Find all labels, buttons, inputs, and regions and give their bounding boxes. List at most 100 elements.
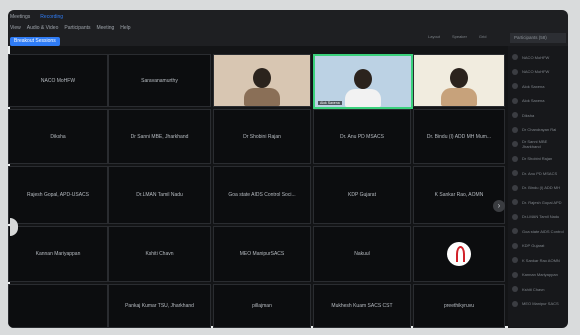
- participant-list-item[interactable]: Dr Shobini Rajan: [512, 154, 566, 164]
- participant-list-item[interactable]: Goa state AIDS Control: [512, 226, 566, 236]
- avatar-icon: [512, 155, 518, 162]
- participant-list-item[interactable]: Dr. Anu PD MSACS: [512, 168, 566, 178]
- participant-tile[interactable]: Saravanamurthy: [108, 54, 211, 107]
- menu-participants[interactable]: Participants: [64, 25, 90, 31]
- participant-list-name: Diksha: [522, 112, 535, 118]
- person-face: [450, 68, 468, 88]
- participant-list-name: MEO Manipur SACS: [522, 301, 559, 306]
- participant-tile[interactable]: Rajesh Gopal, APD-USACS: [8, 166, 108, 224]
- participant-list-name: KDP Gujarat: [522, 243, 545, 248]
- avatar-icon: [512, 141, 518, 147]
- participant-name: Dr Sanni MBE, Jharkhand: [130, 133, 189, 140]
- participant-tile[interactable]: K Sankar Rao, AOMN: [413, 166, 505, 224]
- participant-list-item[interactable]: Dr. Bindu (I) ADD MH: [512, 183, 566, 193]
- breakout-sessions-button[interactable]: Breakout Sessions: [10, 37, 60, 46]
- participant-tile[interactable]: Mukhesh Kuam SACS CST: [313, 284, 411, 328]
- meeting-window: Meetings Recording View Audio & Video Pa…: [8, 10, 568, 328]
- avatar-icon: [512, 83, 518, 89]
- participants-header[interactable]: Participants (58): [510, 33, 566, 43]
- participant-list-name: Dr. Rajesh Gopal APD: [522, 199, 562, 205]
- menu-view[interactable]: View: [10, 25, 21, 31]
- participant-tile[interactable]: MEO ManipurSACS: [213, 226, 311, 282]
- video-caption: Alok Saxena: [318, 101, 342, 105]
- participant-list-item[interactable]: Alok Saxena: [512, 81, 566, 91]
- participant-tile[interactable]: [8, 284, 108, 328]
- avatar-icon: [512, 213, 518, 220]
- participant-name: Rajesh Gopal, APD-USACS: [27, 192, 89, 198]
- avatar-icon: [512, 68, 518, 75]
- participant-tile[interactable]: Kannan Mariyappan: [8, 226, 108, 282]
- participant-tile[interactable]: Dr. Bindu (I) ADD MH Mum...: [413, 109, 505, 164]
- participant-list-name: Dr Shobini Rajan: [522, 156, 553, 161]
- recording-indicator[interactable]: Recording: [40, 14, 63, 20]
- speaker-button[interactable]: Speaker: [452, 34, 467, 39]
- participant-tile[interactable]: Dr Sanni MBE, Jharkhand: [108, 109, 211, 164]
- aids-ribbon-logo: [447, 242, 471, 266]
- participant-tile[interactable]: [413, 54, 505, 107]
- participant-list-name: Dr. Anu PD MSACS: [522, 170, 558, 176]
- participant-tile[interactable]: Goa state AIDS Control Soci...: [213, 166, 311, 224]
- view-controls: Layout Speaker Grid: [428, 34, 486, 39]
- participant-list-item[interactable]: MEO Manipur SACS: [512, 299, 566, 309]
- participant-tile[interactable]: Dr Shobini Rajan: [213, 109, 311, 164]
- participant-name: NACO MoHFW: [40, 77, 76, 84]
- participant-tile[interactable]: preethikyruvu: [413, 284, 505, 328]
- participant-name: pillajman: [252, 303, 272, 309]
- person-face: [253, 68, 271, 88]
- participant-list-name: Dr. Bindu (I) ADD MH: [522, 185, 561, 190]
- participant-name: Mukhesh Kuam SACS CST: [331, 303, 393, 309]
- participant-name: MEO ManipurSACS: [239, 251, 285, 257]
- participant-tile[interactable]: Diksha: [8, 109, 108, 164]
- participant-tile[interactable]: [413, 226, 505, 282]
- participant-tile[interactable]: KDP Gujarat: [313, 166, 411, 224]
- participant-list-item[interactable]: Dr Sanni MBE Jharkhand: [512, 139, 566, 149]
- grid-button[interactable]: Grid: [479, 34, 487, 39]
- menu-meeting[interactable]: Meeting: [96, 25, 114, 31]
- participant-list-item[interactable]: NACO MoHFW: [512, 67, 566, 77]
- participant-list-name: Alok Saxena: [522, 98, 545, 103]
- participant-name: Pankaj Kumar TSU, Jharkhand: [125, 303, 194, 309]
- next-page-arrow-icon[interactable]: ›: [493, 200, 505, 212]
- menu-audio-video[interactable]: Audio & Video: [27, 25, 59, 31]
- avatar-icon: [512, 199, 518, 205]
- participant-tile[interactable]: Alok Saxena: [313, 54, 413, 109]
- person-face: [354, 69, 372, 89]
- participant-list-item[interactable]: Dr Chandrayan Rai: [512, 125, 566, 135]
- participant-list-item[interactable]: Dr.LMAN Tamil Nadu: [512, 212, 566, 222]
- participant-name: Dr. Bindu (I) ADD MH Mum...: [426, 133, 492, 140]
- participant-list-item[interactable]: K Sankar Rao AOMN: [512, 255, 566, 265]
- participant-list-name: Dr.LMAN Tamil Nadu: [522, 214, 560, 219]
- participant-list-item[interactable]: Dr. Rajesh Gopal APD: [512, 197, 566, 207]
- participant-list-name: NACO MoHFW: [522, 69, 550, 74]
- participant-list-item[interactable]: Kshiti Chavn: [512, 284, 566, 294]
- red-ribbon-icon: [456, 246, 465, 262]
- participant-list-name: NACO MoHFW: [522, 54, 550, 60]
- participant-list-item[interactable]: KDP Gujarat: [512, 241, 566, 251]
- participant-tile[interactable]: Dr.LMAN Tamil Nadu: [108, 166, 211, 224]
- participant-tile[interactable]: Dr. Anu PD MSACS: [313, 109, 411, 164]
- participant-tile[interactable]: NACO MoHFW: [8, 54, 108, 107]
- participant-list-item[interactable]: Kannan Mariyappan: [512, 270, 566, 280]
- participant-tile[interactable]: Nakuul: [313, 226, 411, 282]
- person-silhouette: [244, 88, 280, 106]
- participant-list-name: Alok Saxena: [522, 83, 545, 89]
- participant-tile[interactable]: pillajman: [213, 284, 311, 328]
- participant-name: Nakuul: [354, 251, 370, 257]
- participant-name: Saravanamurthy: [141, 77, 178, 84]
- participant-name: Dr.LMAN Tamil Nadu: [136, 192, 183, 198]
- participant-tile[interactable]: [213, 54, 311, 107]
- participant-name: Dr Shobini Rajan: [243, 133, 281, 140]
- menu-bar: View Audio & Video Participants Meeting …: [10, 25, 131, 31]
- title-row: Meetings Recording: [10, 14, 63, 20]
- participant-tile[interactable]: Pankaj Kumar TSU, Jharkhand: [108, 284, 211, 328]
- participant-tile[interactable]: Kshiti Chavn: [108, 226, 211, 282]
- menu-help[interactable]: Help: [120, 25, 130, 31]
- participant-name: Kannan Mariyappan: [35, 251, 81, 257]
- layout-button[interactable]: Layout: [428, 34, 440, 39]
- participant-list-item[interactable]: Diksha: [512, 110, 566, 120]
- avatar-icon: [512, 97, 518, 104]
- participant-list-item[interactable]: NACO MoHFW: [512, 52, 566, 62]
- app-title: Meetings: [10, 14, 31, 20]
- video-grid: NACO MoHFW Saravanamurthy Alok Saxena Diksh…: [8, 54, 508, 328]
- participant-list-item[interactable]: Alok Saxena: [512, 96, 566, 106]
